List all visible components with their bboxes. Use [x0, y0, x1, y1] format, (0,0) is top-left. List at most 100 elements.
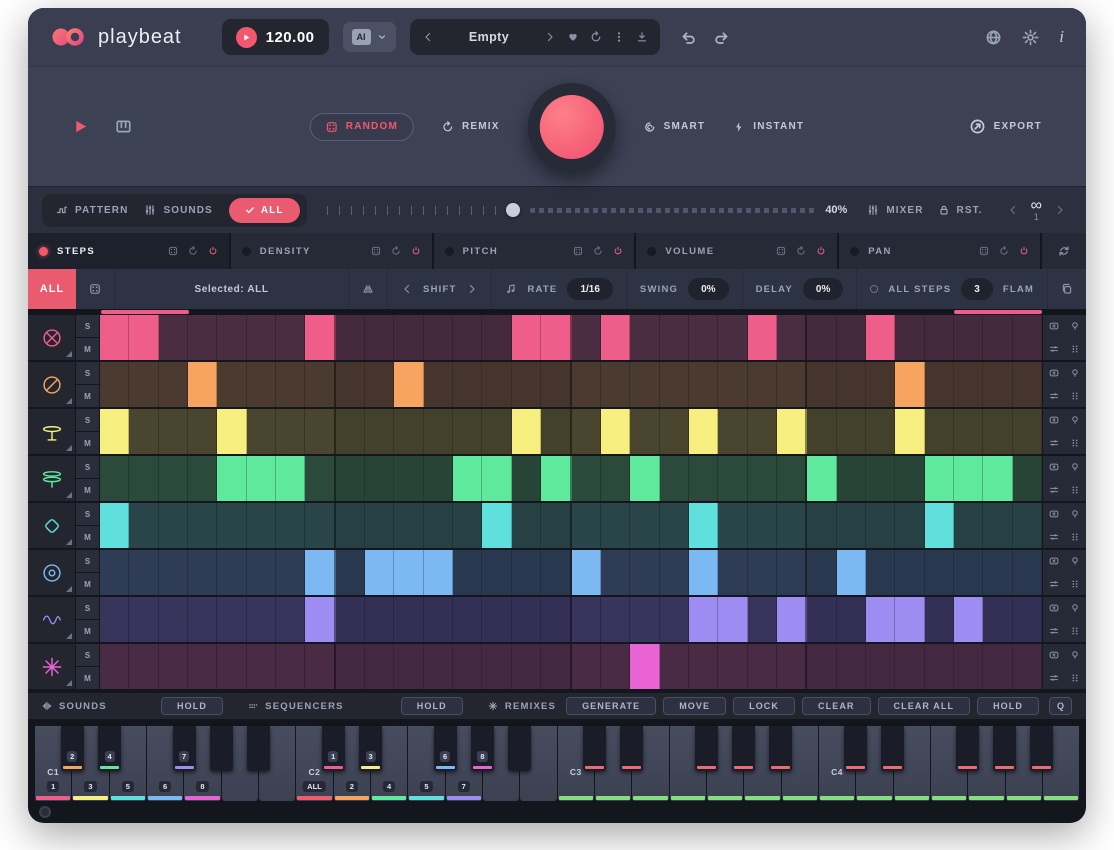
step-shaker-15[interactable]: [512, 503, 541, 548]
step-snare-13[interactable]: [453, 362, 482, 407]
step-clap-7[interactable]: [276, 644, 305, 689]
dice-icon[interactable]: [89, 283, 101, 295]
piano-key-black[interactable]: 8: [471, 726, 494, 771]
step-shaker-30[interactable]: [954, 503, 983, 548]
step-hihat-open-10[interactable]: [365, 456, 394, 501]
step-tom-27[interactable]: [866, 550, 895, 595]
dice-icon[interactable]: [979, 246, 989, 256]
track-select-shaker[interactable]: [28, 503, 76, 548]
step-kick-9[interactable]: [336, 315, 365, 360]
step-tom-20[interactable]: [660, 550, 689, 595]
note-icon[interactable]: [505, 283, 517, 295]
step-snare-29[interactable]: [925, 362, 954, 407]
step-tom-23[interactable]: [748, 550, 777, 595]
step-hihat-closed-17[interactable]: [572, 409, 601, 454]
step-clap-30[interactable]: [954, 644, 983, 689]
step-shaker-16[interactable]: [541, 503, 571, 548]
step-shaker-31[interactable]: [983, 503, 1012, 548]
piano-key-black[interactable]: [583, 726, 606, 771]
step-shaker-22[interactable]: [718, 503, 747, 548]
track-settings-icon[interactable]: [1043, 479, 1065, 502]
step-clap-5[interactable]: [217, 644, 246, 689]
quantize-button[interactable]: Q: [1049, 697, 1072, 715]
step-clap-6[interactable]: [247, 644, 276, 689]
step-hihat-closed-1[interactable]: [100, 409, 129, 454]
piano-key-black[interactable]: [620, 726, 643, 771]
piano-key-black[interactable]: 4: [98, 726, 121, 771]
bpm-value[interactable]: 120.00: [266, 29, 315, 46]
mute-button-tom[interactable]: M: [76, 573, 99, 595]
audiomodern-logo[interactable]: [39, 806, 51, 818]
mute-button-kick[interactable]: M: [76, 338, 99, 360]
step-shaker-5[interactable]: [217, 503, 246, 548]
step-shaker-12[interactable]: [424, 503, 453, 548]
clear-button[interactable]: CLEAR: [802, 697, 871, 715]
randomize-knob[interactable]: [528, 83, 616, 171]
step-tom-8[interactable]: [305, 550, 335, 595]
choke-icon[interactable]: [1065, 409, 1087, 432]
drag-handle-icon[interactable]: [1065, 432, 1087, 455]
step-tom-32[interactable]: [1013, 550, 1042, 595]
step-kick-8[interactable]: [305, 315, 335, 360]
power-icon[interactable]: [613, 246, 623, 256]
step-clap-22[interactable]: [718, 644, 747, 689]
step-kick-31[interactable]: [983, 315, 1012, 360]
preset-next-button[interactable]: [544, 31, 556, 43]
step-shaker-21[interactable]: [689, 503, 718, 548]
step-hihat-open-5[interactable]: [217, 456, 246, 501]
step-snare-21[interactable]: [689, 362, 718, 407]
clear-track-icon[interactable]: [1043, 456, 1065, 479]
step-hihat-open-8[interactable]: [305, 456, 335, 501]
step-hihat-open-6[interactable]: [247, 456, 276, 501]
step-wave-18[interactable]: [601, 597, 630, 642]
preset-menu-icon[interactable]: [613, 31, 625, 43]
step-shaker-27[interactable]: [866, 503, 895, 548]
step-hihat-closed-14[interactable]: [482, 409, 511, 454]
step-tom-3[interactable]: [159, 550, 188, 595]
step-wave-28[interactable]: [895, 597, 924, 642]
mute-button-snare[interactable]: M: [76, 385, 99, 407]
export-button[interactable]: EXPORT: [969, 118, 1042, 135]
step-kick-10[interactable]: [365, 315, 394, 360]
step-wave-15[interactable]: [512, 597, 541, 642]
piano-key-black[interactable]: [732, 726, 755, 771]
step-clap-24[interactable]: [777, 644, 807, 689]
step-kick-12[interactable]: [424, 315, 453, 360]
piano-key-black[interactable]: [844, 726, 867, 771]
sync-all-button[interactable]: [1042, 233, 1086, 269]
step-shaker-26[interactable]: [837, 503, 866, 548]
piano-key-black[interactable]: 7: [173, 726, 196, 771]
drag-handle-icon[interactable]: [1065, 526, 1087, 549]
step-kick-22[interactable]: [718, 315, 747, 360]
step-hihat-closed-4[interactable]: [188, 409, 217, 454]
step-tom-4[interactable]: [188, 550, 217, 595]
step-hihat-open-23[interactable]: [748, 456, 777, 501]
step-hihat-open-21[interactable]: [689, 456, 718, 501]
step-snare-22[interactable]: [718, 362, 747, 407]
step-snare-10[interactable]: [365, 362, 394, 407]
drag-handle-icon[interactable]: [1065, 573, 1087, 596]
piano-key-black[interactable]: 2: [61, 726, 84, 771]
mute-button-hihat-open[interactable]: M: [76, 479, 99, 501]
download-icon[interactable]: [636, 31, 648, 43]
step-tom-18[interactable]: [601, 550, 630, 595]
step-kick-24[interactable]: [777, 315, 807, 360]
step-snare-32[interactable]: [1013, 362, 1042, 407]
step-hihat-open-15[interactable]: [512, 456, 541, 501]
reload-preset-icon[interactable]: [590, 31, 602, 43]
info-icon[interactable]: i: [1059, 27, 1064, 47]
step-snare-17[interactable]: [572, 362, 601, 407]
step-shaker-8[interactable]: [305, 503, 335, 548]
step-tom-10[interactable]: [365, 550, 394, 595]
step-tom-25[interactable]: [807, 550, 836, 595]
step-tom-22[interactable]: [718, 550, 747, 595]
step-wave-17[interactable]: [572, 597, 601, 642]
step-snare-14[interactable]: [482, 362, 511, 407]
step-hihat-closed-21[interactable]: [689, 409, 718, 454]
loop-icon[interactable]: [391, 246, 401, 256]
length-marker[interactable]: [954, 310, 1042, 314]
step-snare-4[interactable]: [188, 362, 217, 407]
mute-button-wave[interactable]: M: [76, 620, 99, 642]
drag-handle-icon[interactable]: [1065, 385, 1087, 408]
step-wave-27[interactable]: [866, 597, 895, 642]
